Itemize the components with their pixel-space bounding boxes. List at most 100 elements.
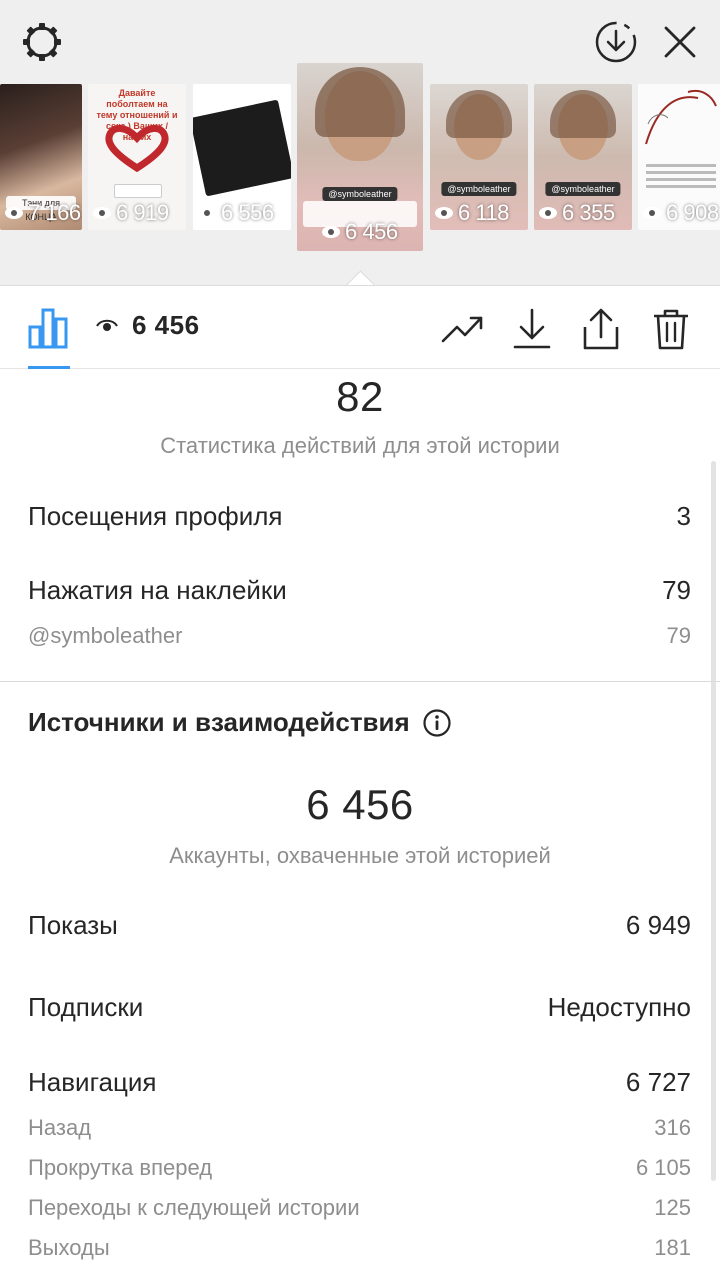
close-button[interactable] [652, 14, 708, 70]
back-value: 316 [654, 1115, 691, 1140]
text-block [646, 160, 716, 204]
story-insights-screen: Тэни для КОНЦА 7 166 Давайте поболтаем н… [0, 0, 720, 1280]
reach-number: 6 456 [306, 781, 414, 828]
eye-icon [93, 207, 111, 219]
eye-icon [96, 319, 118, 331]
story-handle-tag: @symboleather [441, 182, 517, 196]
profile-visits-label: Посещения профиля [28, 501, 283, 531]
profile-visits-value: 3 [676, 501, 691, 531]
hair-image [315, 67, 405, 137]
sticker-handle-value: 79 [666, 623, 691, 648]
sticker-taps-label: Нажатия на наклейки [28, 575, 287, 605]
impressions-label: Показы [28, 910, 118, 940]
follows-value: Недоступно [547, 992, 691, 1022]
forward-value: 6 105 [635, 1155, 691, 1180]
story-thumbnail[interactable]: @symboleather 6 355 [534, 84, 632, 230]
download-button[interactable] [507, 304, 557, 354]
insights-content[interactable]: 82 Статистика действий для этой истории … [0, 369, 720, 1280]
download-icon [513, 308, 551, 349]
hair-image [446, 90, 512, 138]
profile-visits-row: Посещения профиля 3 [28, 501, 691, 532]
viewers-count: 6 456 [132, 310, 200, 340]
actions-caption: Статистика действий для этой истории [160, 433, 560, 458]
eye-icon [539, 207, 557, 219]
navigation-label: Навигация [28, 1067, 157, 1097]
back-label: Назад [28, 1115, 92, 1140]
forward-row: Прокрутка вперед 6 105 [28, 1155, 691, 1181]
reach-caption: Аккаунты, охваченные этой историей [169, 843, 551, 868]
sticker-handle-label: @symboleather [28, 623, 183, 648]
story-thumbnail[interactable]: @symboleather 6 118 [430, 84, 528, 230]
story-views: 6 556 [197, 200, 274, 226]
save-story-button[interactable] [588, 14, 644, 70]
story-views: 6 118 [434, 200, 509, 226]
eye-icon [198, 207, 216, 219]
story-views: 6 919 [92, 200, 169, 226]
selected-story-pointer [342, 268, 378, 286]
follows-row: Подписки Недоступно [28, 992, 691, 1023]
bar-chart-icon [28, 308, 68, 349]
viewers-button[interactable]: 6 456 [96, 310, 200, 341]
actions-total: 82 [336, 373, 384, 420]
settings-icon [23, 23, 61, 61]
sketch-image [645, 90, 717, 145]
discovery-title: Источники и взаимодействия [28, 707, 410, 737]
info-icon[interactable] [422, 708, 452, 738]
next-story-value: 125 [654, 1195, 691, 1220]
poll-sticker [114, 184, 162, 198]
sticker-handle-row: @symboleather 79 [28, 623, 691, 649]
story-thumbnail[interactable]: 6 908 [638, 84, 720, 230]
forward-label: Прокрутка вперед [28, 1155, 213, 1180]
story-views-count: 7 166 [28, 200, 81, 225]
insights-toolbar: 6 456 [0, 285, 720, 369]
share-icon [583, 308, 619, 350]
impressions-value: 6 949 [625, 910, 691, 940]
story-thumbnail[interactable]: Давайте поболтаем на тему отношений и се… [88, 84, 186, 230]
close-icon [664, 26, 696, 58]
eye-icon [643, 207, 661, 219]
story-views-count: 6 118 [458, 200, 509, 225]
story-handle-tag: @symboleather [545, 182, 621, 196]
story-strip: Тэни для КОНЦА 7 166 Давайте поболтаем н… [0, 0, 720, 285]
hair-image [550, 90, 616, 138]
heart-image [105, 125, 169, 172]
impressions-row: Показы 6 949 [28, 910, 691, 941]
story-views-count: 6 355 [562, 200, 615, 225]
exits-row: Выходы 181 [28, 1235, 691, 1261]
story-thumbnail[interactable]: Тэни для КОНЦА 7 166 [0, 84, 82, 230]
story-views-count: 6 556 [221, 200, 274, 225]
story-views: 6 456 [321, 219, 398, 245]
story-views-count: 6 908 [666, 200, 719, 225]
exits-value: 181 [654, 1235, 691, 1260]
sticker-taps-row: Нажатия на наклейки 79 [28, 575, 691, 606]
follows-label: Подписки [28, 992, 144, 1022]
story-views-count: 6 919 [116, 200, 169, 225]
eye-icon [322, 226, 340, 238]
section-divider [0, 681, 720, 682]
trend-icon [441, 316, 483, 343]
next-story-label: Переходы к следующей истории [28, 1195, 360, 1220]
story-thumbnail[interactable]: 6 556 [193, 84, 291, 230]
story-views: 7 166 [4, 200, 81, 226]
tab-insights[interactable] [20, 302, 76, 354]
download-circle-icon [595, 21, 637, 63]
sticker-taps-value: 79 [662, 575, 691, 605]
promote-button[interactable] [438, 304, 488, 354]
next-story-row: Переходы к следующей истории 125 [28, 1195, 691, 1221]
settings-button[interactable] [14, 14, 70, 70]
eye-icon [435, 207, 453, 219]
navigation-row: Навигация 6 727 [28, 1067, 691, 1098]
back-row: Назад 316 [28, 1115, 691, 1141]
story-thumbnail-selected[interactable]: @symboleather 6 456 [297, 63, 423, 251]
share-button[interactable] [576, 304, 626, 354]
delete-button[interactable] [646, 304, 696, 354]
discovery-section-header: Источники и взаимодействия [28, 707, 452, 738]
story-handle-tag: @symboleather [322, 187, 398, 201]
exits-label: Выходы [28, 1235, 110, 1260]
story-views: 6 908 [642, 200, 719, 226]
navigation-value: 6 727 [625, 1067, 691, 1097]
box-image [193, 99, 291, 197]
trash-icon [654, 309, 688, 350]
eye-icon [5, 207, 23, 219]
story-views: 6 355 [538, 200, 615, 226]
